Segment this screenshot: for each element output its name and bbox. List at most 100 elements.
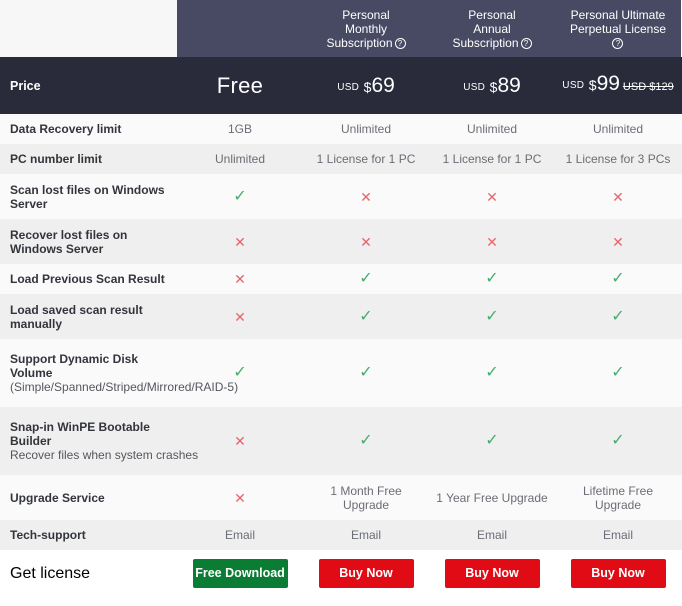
check-icon: ✓ xyxy=(359,307,373,325)
table-cell: ✓ xyxy=(177,339,303,407)
column-header-line: Subscription? xyxy=(452,36,532,50)
table-cell: ✕ xyxy=(177,475,303,520)
check-icon: ✓ xyxy=(485,364,499,381)
cross-icon: ✕ xyxy=(234,271,246,287)
column-header-personal-annual: Personal Annual Subscription? xyxy=(429,0,555,57)
table-cell: ✕ xyxy=(555,219,681,264)
price-value: Free xyxy=(216,72,264,98)
table-cell: Email xyxy=(303,520,429,550)
cell-value: 1 License for 1 PC xyxy=(316,152,416,166)
check-icon: ✓ xyxy=(359,364,373,381)
cross-icon: ✕ xyxy=(234,489,246,506)
cross-icon: ✕ xyxy=(486,188,498,205)
table-row: Tech-support Email Email Email Email xyxy=(0,520,682,550)
question-mark-circle-icon[interactable]: ? xyxy=(394,37,406,49)
table-cell: ✓ xyxy=(177,174,303,219)
column-header-line: Personal xyxy=(468,7,516,22)
column-header-help-line: ? xyxy=(570,36,666,50)
table-row: Load Previous Scan Result ✕ ✓ ✓ ✓ xyxy=(0,264,682,294)
row-label-text: Tech-support xyxy=(10,528,86,542)
cross-icon: ✕ xyxy=(234,233,246,250)
table-cell: Unlimited xyxy=(177,144,303,174)
row-label-text: Load Previous Scan Result xyxy=(10,272,165,286)
row-label: Support Dynamic Disk Volume (Simple/Spann… xyxy=(0,339,238,407)
table-cell: 1 License for 1 PC xyxy=(429,144,555,174)
question-mark-circle-icon[interactable]: ? xyxy=(520,37,532,49)
cell-value: Email xyxy=(224,528,255,542)
row-label-text: Recover lost files on Windows Server xyxy=(10,227,128,256)
free-download-button[interactable]: Free Download xyxy=(192,559,288,588)
cross-icon: ✕ xyxy=(612,188,624,205)
table-cell: ✕ xyxy=(303,219,429,264)
row-label-text: Load saved scan result manually xyxy=(10,302,143,331)
table-row: Upgrade Service ✕ 1 Month Free Upgrade 1 Ye… xyxy=(0,475,682,520)
column-header-line: Personal xyxy=(342,7,390,22)
buy-now-button-ultimate[interactable]: Buy Now xyxy=(570,559,666,588)
column-header-line: Annual xyxy=(473,21,511,36)
cell-value: Lifetime Free Upgrade xyxy=(582,483,654,512)
table-cell: Unlimited xyxy=(429,114,555,144)
row-label: Load Previous Scan Result xyxy=(0,264,177,294)
table-cell: ✓ xyxy=(303,339,429,407)
table-cell: ✓ xyxy=(555,339,681,407)
table-cell: ✓ xyxy=(303,264,429,294)
table-cell: ✓ xyxy=(555,407,681,475)
cross-icon: ✕ xyxy=(234,433,246,449)
table-cell: ✕ xyxy=(177,407,303,475)
cross-icon: ✕ xyxy=(360,188,372,205)
check-icon: ✓ xyxy=(611,364,625,381)
table-cell: ✓ xyxy=(429,339,555,407)
action-cell-ultimate: Buy Now xyxy=(555,550,681,597)
table-row: PC number limit Unlimited 1 License for 1 … xyxy=(0,144,682,174)
table-cell: ✓ xyxy=(303,294,429,339)
buy-now-button-monthly[interactable]: Buy Now xyxy=(318,559,414,588)
table-cell: 1 License for 3 PCs xyxy=(555,144,681,174)
check-icon: ✓ xyxy=(233,364,247,381)
cross-icon: ✕ xyxy=(612,233,624,250)
cell-value: Unlimited xyxy=(340,122,391,136)
table-row: Snap-in WinPE Bootable Builder Recover fi… xyxy=(0,407,682,475)
table-row: Scan lost files on Windows Server ✓ ✕ ✕ ✕ xyxy=(0,174,682,219)
table-cell: ✕ xyxy=(429,174,555,219)
price-row: Price Free USD $69 USD $89 USD $99 USD $1… xyxy=(0,57,682,114)
action-row: Get license Free Download Buy Now Buy No… xyxy=(0,550,682,597)
cell-value: Unlimited xyxy=(592,122,643,136)
cell-value: Unlimited xyxy=(214,152,265,166)
table-cell: ✓ xyxy=(303,407,429,475)
table-cell: ✕ xyxy=(303,174,429,219)
table-cell: ✓ xyxy=(429,264,555,294)
price-value: USD $89 xyxy=(463,73,521,97)
check-icon: ✓ xyxy=(611,270,625,287)
table-row: Load saved scan result manually ✕ ✓ ✓ ✓ xyxy=(0,294,682,339)
table-cell: ✓ xyxy=(555,264,681,294)
table-cell: Unlimited xyxy=(555,114,681,144)
price-cell-annual: USD $89 xyxy=(429,57,555,114)
question-mark-circle-icon[interactable]: ? xyxy=(612,37,624,49)
row-label: PC number limit xyxy=(0,144,177,174)
table-cell: Email xyxy=(429,520,555,550)
column-header-line: Monthly xyxy=(344,21,387,36)
row-label-text: Support Dynamic Disk Volume xyxy=(10,352,139,380)
row-label-text: PC number limit xyxy=(10,152,103,166)
table-cell: Email xyxy=(177,520,303,550)
table-cell: 1 License for 1 PC xyxy=(303,144,429,174)
table-header-row: Personal Monthly Subscription? Personal … xyxy=(0,0,682,57)
cross-icon: ✕ xyxy=(360,233,372,250)
check-icon: ✓ xyxy=(359,432,373,449)
table-row: Data Recovery limit 1GB Unlimited Unlimited… xyxy=(0,114,682,144)
check-icon: ✓ xyxy=(485,270,499,287)
price-cell-ultimate: USD $99 USD $129 xyxy=(555,57,681,114)
check-icon: ✓ xyxy=(233,187,247,205)
table-cell: 1 Year Free Upgrade xyxy=(429,475,555,520)
row-label-text: Data Recovery limit xyxy=(10,122,122,136)
check-icon: ✓ xyxy=(359,270,373,287)
cell-value: 1GB xyxy=(227,122,252,136)
action-row-label: Get license xyxy=(10,564,91,582)
table-row: Recover lost files on Windows Server ✕ ✕ ✕ ✕ xyxy=(0,219,682,264)
pricing-comparison-table: Personal Monthly Subscription? Personal … xyxy=(0,0,682,606)
price-value: USD $69 xyxy=(337,73,395,97)
buy-now-button-annual[interactable]: Buy Now xyxy=(444,559,540,588)
table-cell: ✕ xyxy=(429,219,555,264)
row-label: Data Recovery limit xyxy=(0,114,177,144)
column-header-free xyxy=(177,0,303,57)
